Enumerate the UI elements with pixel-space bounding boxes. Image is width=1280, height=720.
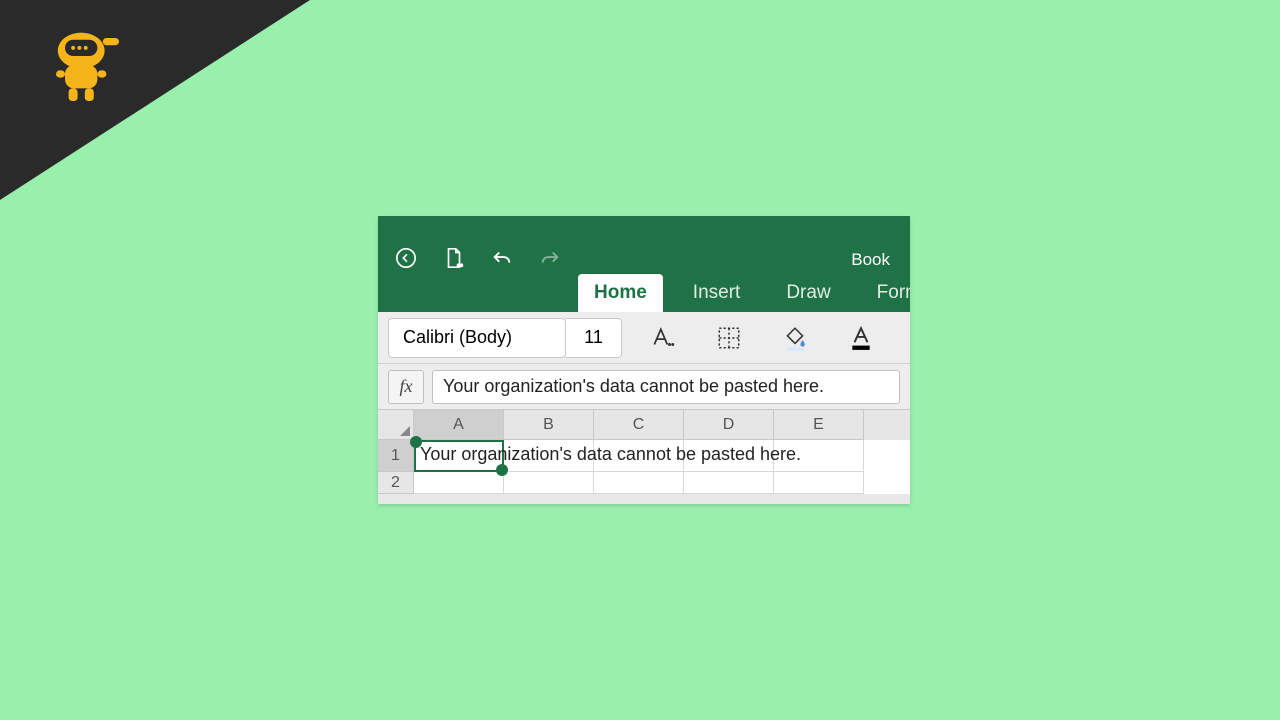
format-toolbar: Calibri (Body) 11 <box>378 312 910 364</box>
cell-b2[interactable] <box>504 472 594 494</box>
excel-window: Book Home Insert Draw Formulas Calibri (… <box>378 216 910 504</box>
robot-logo <box>38 20 128 110</box>
row-header-1[interactable]: 1 <box>378 440 414 472</box>
font-name-select[interactable]: Calibri (Body) <box>388 318 566 358</box>
cell-a1-text: Your organization's data cannot be paste… <box>420 444 801 465</box>
formula-input[interactable]: Your organization's data cannot be paste… <box>432 370 900 404</box>
tab-formulas[interactable]: Formulas <box>861 274 910 312</box>
borders-icon[interactable] <box>704 318 754 358</box>
fill-color-icon[interactable] <box>770 318 820 358</box>
font-color-icon[interactable] <box>836 318 886 358</box>
ribbon-tabs: Home Insert Draw Formulas <box>578 274 910 312</box>
document-title[interactable]: Book <box>851 250 890 270</box>
titlebar: Book Home Insert Draw Formulas <box>378 216 910 312</box>
row-header-2[interactable]: 2 <box>378 472 414 494</box>
cell-a2[interactable] <box>414 472 504 494</box>
col-header-b[interactable]: B <box>504 410 594 440</box>
cell-d2[interactable] <box>684 472 774 494</box>
formula-bar: fx Your organization's data cannot be pa… <box>378 364 910 410</box>
fx-button[interactable]: fx <box>388 370 424 404</box>
col-header-a[interactable]: A <box>414 410 504 440</box>
redo-icon[interactable] <box>538 246 562 270</box>
undo-icon[interactable] <box>490 246 514 270</box>
col-header-e[interactable]: E <box>774 410 864 440</box>
tab-home[interactable]: Home <box>578 274 663 312</box>
file-icon[interactable] <box>442 246 466 270</box>
col-header-c[interactable]: C <box>594 410 684 440</box>
font-format-icon[interactable] <box>638 318 688 358</box>
spreadsheet-grid: A B C D E 1 2 Your organization's data c… <box>378 410 910 494</box>
font-size-select[interactable]: 11 <box>566 318 622 358</box>
back-icon[interactable] <box>394 246 418 270</box>
tab-insert[interactable]: Insert <box>677 274 757 312</box>
select-all-corner[interactable] <box>378 410 414 440</box>
cell-e2[interactable] <box>774 472 864 494</box>
col-header-d[interactable]: D <box>684 410 774 440</box>
cell-c2[interactable] <box>594 472 684 494</box>
tab-draw[interactable]: Draw <box>770 274 846 312</box>
